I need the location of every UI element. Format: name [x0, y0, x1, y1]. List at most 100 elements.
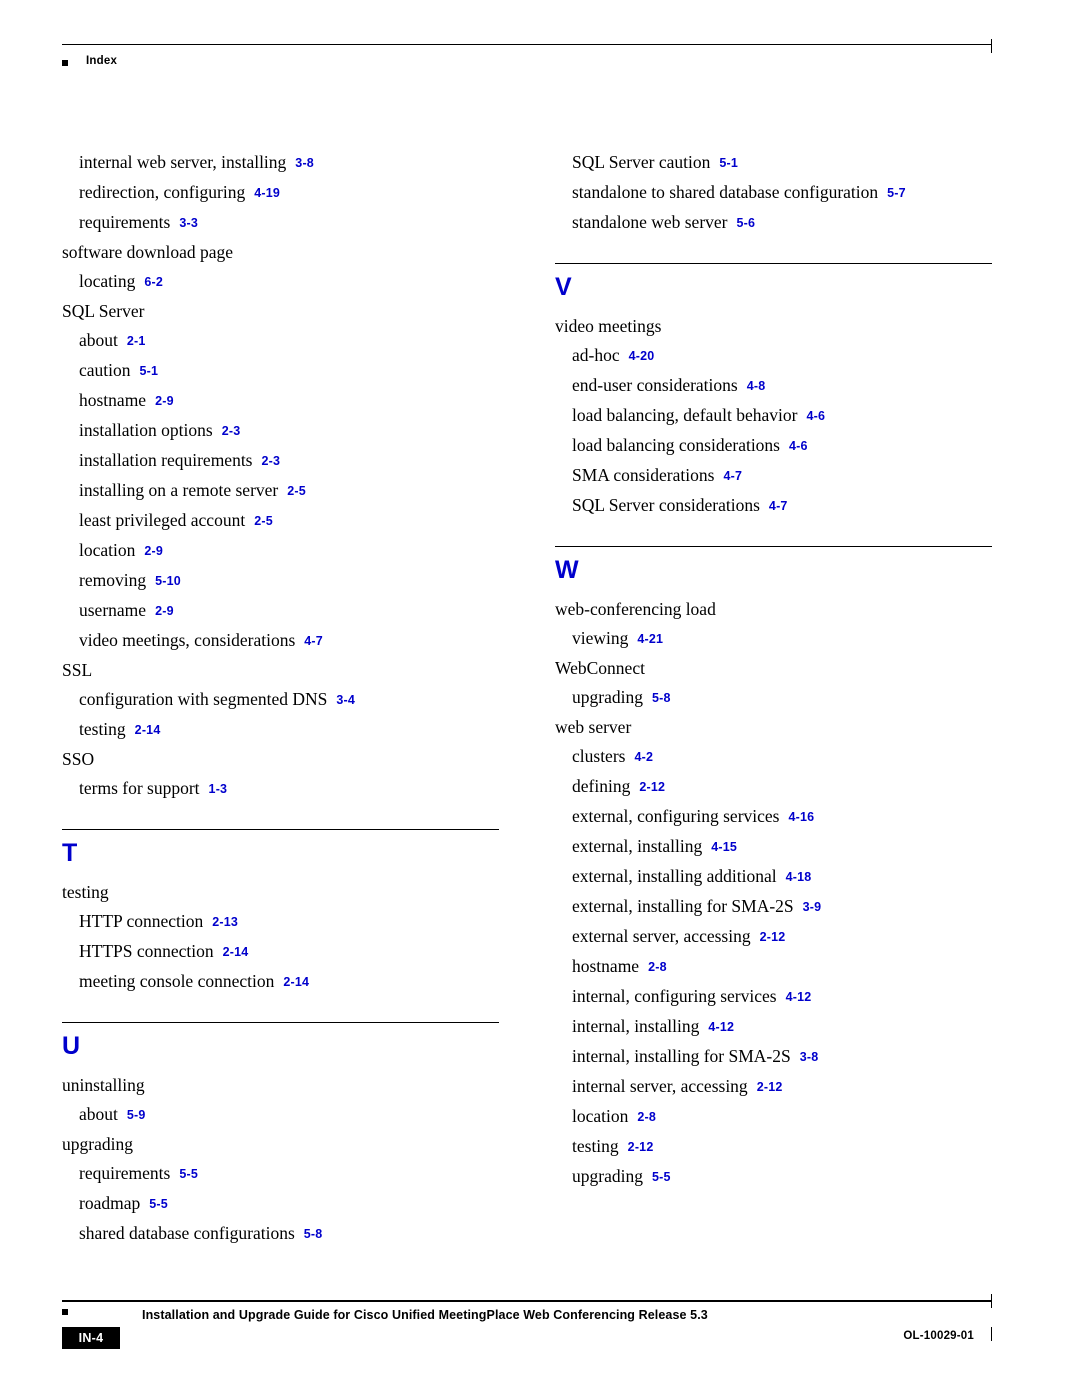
page-reference-link[interactable]: 4-7: [304, 634, 323, 648]
page-reference-link[interactable]: 2-5: [287, 484, 306, 498]
index-column-right: SQL Server caution 5-1 standalone to share…: [555, 148, 992, 1192]
page-reference-link[interactable]: 2-8: [648, 960, 667, 974]
page-reference-link[interactable]: 2-12: [757, 1080, 783, 1094]
index-entry-label: hostname: [79, 390, 147, 410]
index-entry-label: internal web server, installing: [79, 152, 287, 172]
index-entry-label: configuration with segmented DNS: [79, 689, 328, 709]
page-reference-link[interactable]: 1-3: [209, 782, 228, 796]
index-subentry: load balancing, default behavior 4-6: [555, 401, 992, 431]
index-subentry: load balancing considerations 4-6: [555, 431, 992, 461]
index-entry: upgrading: [62, 1130, 499, 1159]
page-reference-link[interactable]: 2-8: [637, 1110, 656, 1124]
index-entry-label: HTTP connection: [79, 911, 204, 931]
page-reference-link[interactable]: 5-6: [737, 216, 756, 230]
page-reference-link[interactable]: 4-18: [786, 870, 812, 884]
page-reference-link[interactable]: 2-9: [144, 544, 163, 558]
page-reference-link[interactable]: 2-9: [155, 394, 174, 408]
page-reference-link[interactable]: 2-12: [628, 1140, 654, 1154]
page-reference-link[interactable]: 4-16: [789, 810, 815, 824]
page-footer: IN-4 Installation and Upgrade Guide for …: [62, 1294, 992, 1360]
index-subentry: HTTP connection 2-13: [62, 907, 499, 937]
index-subentry: upgrading 5-8: [555, 683, 992, 713]
page-reference-link[interactable]: 2-14: [223, 945, 249, 959]
index-entry-label: SQL Server considerations: [572, 495, 760, 515]
page-reference-link[interactable]: 2-14: [283, 975, 309, 989]
index-subentry: internal web server, installing 3-8: [62, 148, 499, 178]
page-reference-link[interactable]: 4-21: [637, 632, 663, 646]
header-title: Index: [86, 55, 118, 67]
index-subentry: external, configuring services 4-16: [555, 802, 992, 832]
page-reference-link[interactable]: 2-13: [212, 915, 238, 929]
page-reference-link[interactable]: 4-7: [723, 469, 742, 483]
page-reference-link[interactable]: 2-14: [135, 723, 161, 737]
index-subentry: removing 5-10: [62, 566, 499, 596]
index-subentry: SMA considerations 4-7: [555, 461, 992, 491]
index-subentry: redirection, configuring 4-19: [62, 178, 499, 208]
page-reference-link[interactable]: 3-9: [803, 900, 822, 914]
index-subentry: viewing 4-21: [555, 624, 992, 654]
page-reference-link[interactable]: 5-5: [652, 1170, 671, 1184]
page-reference-link[interactable]: 5-5: [179, 1167, 198, 1181]
page-reference-link[interactable]: 5-1: [719, 156, 738, 170]
index-entry-label: removing: [79, 570, 147, 590]
index-letter-section-v: V: [555, 263, 992, 302]
index-subentry: about 2-1: [62, 326, 499, 356]
index-entry-label: clusters: [572, 746, 626, 766]
page-reference-link[interactable]: 2-12: [639, 780, 665, 794]
index-entry-label: testing: [62, 882, 109, 902]
page-reference-link[interactable]: 4-6: [789, 439, 808, 453]
index-entry-label: external, configuring services: [572, 806, 780, 826]
index-subentry: external, installing 4-15: [555, 832, 992, 862]
page-reference-link[interactable]: 2-3: [222, 424, 241, 438]
section-divider: [555, 263, 992, 264]
page-reference-link[interactable]: 2-3: [262, 454, 281, 468]
page-reference-link[interactable]: 5-5: [149, 1197, 168, 1211]
index-subentry: about 5-9: [62, 1100, 499, 1130]
index-entry-label: roadmap: [79, 1193, 141, 1213]
page-reference-link[interactable]: 4-20: [629, 349, 655, 363]
index-entry-label: load balancing considerations: [572, 435, 780, 455]
page-reference-link[interactable]: 5-1: [140, 364, 159, 378]
page-reference-link[interactable]: 5-10: [155, 574, 181, 588]
page-reference-link[interactable]: 5-8: [652, 691, 671, 705]
page-reference-link[interactable]: 4-15: [711, 840, 737, 854]
index-entry-label: meeting console connection: [79, 971, 275, 991]
page-reference-link[interactable]: 2-12: [760, 930, 786, 944]
footer-crop-mark: [991, 1294, 992, 1308]
index-entry-label: upgrading: [572, 687, 643, 707]
index-entry-label: viewing: [572, 628, 629, 648]
index-subentry: defining 2-12: [555, 772, 992, 802]
index-entry-label: least privileged account: [79, 510, 246, 530]
page-reference-link[interactable]: 3-4: [336, 693, 355, 707]
index-entry-label: testing: [572, 1136, 619, 1156]
page-reference-link[interactable]: 4-8: [747, 379, 766, 393]
page-reference-link[interactable]: 4-19: [254, 186, 280, 200]
index-subentry: installation requirements 2-3: [62, 446, 499, 476]
page-reference-link[interactable]: 5-8: [304, 1227, 323, 1241]
page-reference-link[interactable]: 3-8: [295, 156, 314, 170]
index-entry-label: HTTPS connection: [79, 941, 214, 961]
index-subentry: requirements 5-5: [62, 1159, 499, 1189]
page-reference-link[interactable]: 4-6: [806, 409, 825, 423]
index-subentry: internal, installing for SMA-2S 3-8: [555, 1042, 992, 1072]
index-entry-label: external, installing for SMA-2S: [572, 896, 794, 916]
page-reference-link[interactable]: 4-12: [786, 990, 812, 1004]
page-reference-link[interactable]: 2-1: [127, 334, 146, 348]
index-entry: SSO: [62, 745, 499, 774]
index-subentry: end-user considerations 4-8: [555, 371, 992, 401]
index-entry-label: SQL Server: [62, 301, 145, 321]
page-reference-link[interactable]: 4-2: [634, 750, 653, 764]
index-letter-section-t: T: [62, 829, 499, 868]
page-reference-link[interactable]: 3-3: [179, 216, 198, 230]
page-reference-link[interactable]: 5-7: [887, 186, 906, 200]
page-number-badge: IN-4: [62, 1327, 120, 1349]
page-reference-link[interactable]: 2-5: [254, 514, 273, 528]
index-entry-label: external, installing additional: [572, 866, 777, 886]
page-reference-link[interactable]: 3-8: [800, 1050, 819, 1064]
page-reference-link[interactable]: 5-9: [127, 1108, 146, 1122]
page-reference-link[interactable]: 4-7: [769, 499, 788, 513]
page-reference-link[interactable]: 4-12: [708, 1020, 734, 1034]
page-reference-link[interactable]: 6-2: [144, 275, 163, 289]
page-reference-link[interactable]: 2-9: [155, 604, 174, 618]
index-subentry: upgrading 5-5: [555, 1162, 992, 1192]
